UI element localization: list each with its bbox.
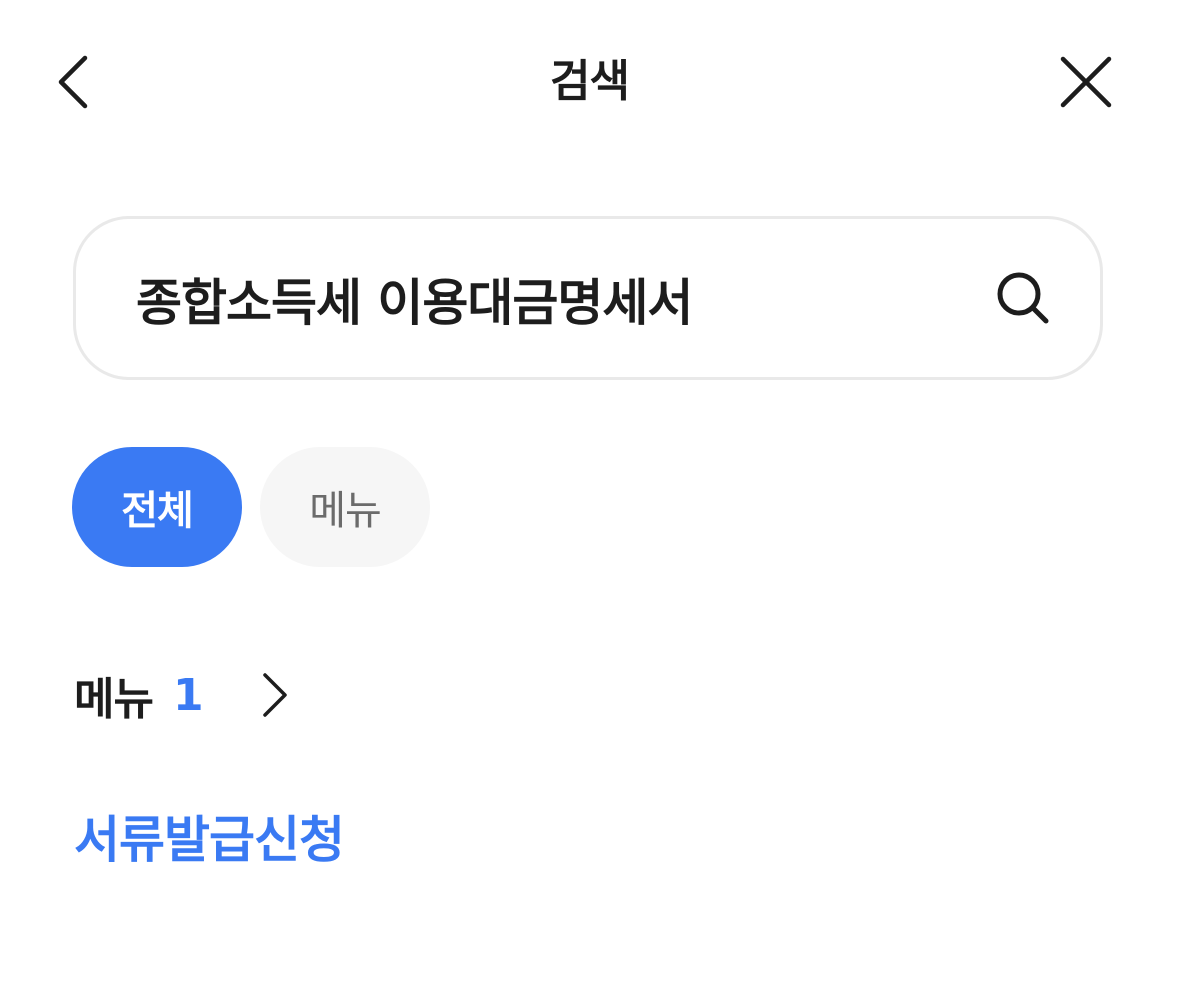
chevron-right-icon	[260, 672, 290, 718]
menu-section-header[interactable]: 메뉴 1	[74, 660, 290, 730]
page-title: 검색	[550, 56, 630, 107]
close-button[interactable]	[1046, 46, 1126, 122]
search-icon	[994, 269, 1054, 333]
top-bar: 검색	[0, 0, 1179, 170]
section-label: 메뉴	[74, 674, 154, 725]
filter-chip-all[interactable]: 전체	[72, 447, 242, 567]
search-box	[73, 216, 1103, 380]
search-button[interactable]	[992, 269, 1056, 333]
result-item[interactable]: 서류발급신청	[74, 802, 345, 878]
search-input[interactable]	[136, 263, 956, 335]
result-count: 1	[172, 669, 204, 721]
close-icon	[1060, 56, 1112, 112]
filter-chip-menu[interactable]: 메뉴	[260, 447, 430, 567]
